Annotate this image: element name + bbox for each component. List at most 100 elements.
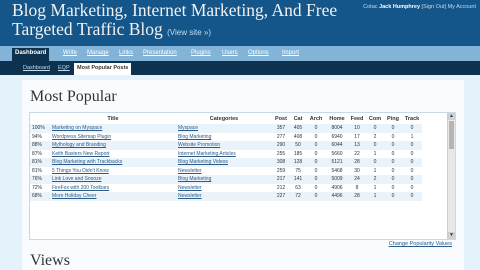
table-scrollbar[interactable]: ▲ ▼ [447,113,455,239]
arch-count: 0 [314,133,318,140]
com-count: 1 [366,192,384,201]
post-title-link[interactable]: Link Love and Snooze [50,175,176,184]
track-count: 0 [402,124,422,133]
view-site-link[interactable]: (View site ») [167,28,211,37]
subnav-dashboard[interactable]: Dashboard [20,63,53,73]
nav-links[interactable]: Links [116,48,136,59]
category-link[interactable]: Newsletter [176,167,272,176]
category-link[interactable]: Blog Marketing [176,175,272,184]
cat-count: 75 [295,167,301,174]
category-link[interactable]: Myspace [176,124,272,133]
popularity-percent: 72% [32,184,43,191]
nav-options[interactable]: Options [245,48,272,59]
com-count: 1 [373,150,377,157]
col-header-home[interactable]: Home [326,113,348,124]
popularity-percent: 94% [32,133,43,140]
feed-count [348,201,366,210]
category-link[interactable]: Blog Marketing [176,133,272,142]
table-row: 72% FireFox with 200 Toolbars Newsletter 21… [30,184,422,193]
col-header-ping[interactable]: Ping [384,113,402,124]
post-count: 290 [272,141,290,150]
cat-count: 50 [290,141,306,150]
track-count: 0 [410,167,414,174]
arch-count: 0 [306,192,326,201]
cat-count: 72 [290,192,306,201]
post-title-link[interactable]: Blog Marketing with Trackbacks [50,158,176,167]
track-count: 0 [402,141,422,150]
post-title-link[interactable]: Marketing on Myspace [50,124,176,133]
nav-plugins[interactable]: Plugins [188,48,214,59]
track-count: 1 [410,133,414,140]
col-header-track[interactable]: Track [402,113,422,124]
main-nav: Dashboard Write Manage Links Presentatio… [0,46,480,61]
table-row [30,201,422,210]
post-count: 357 [272,124,290,133]
subnav-most-popular-posts[interactable]: Most Popular Posts [74,63,132,75]
category-link[interactable]: Blog Marketing Videos [176,158,272,167]
arch-count: 0 [314,150,318,157]
home-count: 8004 [326,124,348,133]
scroll-up-arrow-icon[interactable]: ▲ [448,113,455,120]
post-count: 227 [272,192,290,201]
track-count: 0 [402,192,422,201]
post-title-link[interactable]: Keith Baxters New Report [50,150,176,159]
col-header-percent [30,113,50,124]
most-popular-heading: Most Popular [30,88,117,105]
com-count: 1 [373,167,377,174]
ping-count: 0 [384,141,402,150]
category-link[interactable] [176,201,272,210]
feed-count: 22 [354,150,360,157]
change-popularity-values-link[interactable]: Change Popularity Values [389,241,452,247]
post-count: 259 [276,167,286,174]
com-count: 2 [366,175,384,184]
col-header-cat[interactable]: Cat [290,113,306,124]
post-title-link[interactable] [50,201,176,210]
category-link[interactable]: Newsletter [176,192,272,201]
scroll-down-arrow-icon[interactable]: ▼ [448,232,455,239]
popular-posts-table-container: Title Categories Post Cat Arch Home Feed… [29,112,456,240]
nav-write[interactable]: Write [60,48,80,59]
nav-manage[interactable]: Manage [84,48,112,59]
post-title-link[interactable]: Wordpress Sitemap Plugin [50,133,176,142]
category-link[interactable]: Internet Marketing Articles [176,150,272,159]
col-header-title[interactable]: Title [50,113,176,124]
nav-dashboard[interactable]: Dashboard [12,48,50,61]
post-title-link[interactable]: 5 Things You Didn't Know [50,167,176,176]
col-header-post[interactable]: Post [272,113,290,124]
arch-count: 0 [306,158,326,167]
table-header-row: Title Categories Post Cat Arch Home Feed… [30,113,422,124]
ping-count: 0 [391,167,395,174]
table-row: 81% Blog Marketing with Trackbacks Blog Ma… [30,158,422,167]
col-header-feed[interactable]: Feed [348,113,366,124]
popularity-percent [30,201,50,210]
scrollbar-thumb[interactable] [449,121,454,149]
post-title-link[interactable]: More Holiday Cheer [50,192,176,201]
feed-count: 17 [354,133,360,140]
home-count: 5468 [331,167,343,174]
popularity-percent: 100% [30,124,50,133]
views-heading: Views [30,252,70,269]
subnav-eqp[interactable]: EQP [55,63,73,73]
table-row: 81% 5 Things You Didn't Know Newsletter 259… [30,167,422,176]
col-header-categories[interactable]: Categories [176,113,272,124]
nav-users[interactable]: Users [219,48,241,59]
col-header-arch[interactable]: Arch [306,113,326,124]
nav-import[interactable]: Import [279,48,302,59]
user-name[interactable]: Jack Humphrey [379,4,420,10]
post-title-link[interactable]: Mythology and Branding [50,141,176,150]
table-row: 68% More Holiday Cheer Newsletter 227 72 0 449… [30,192,422,201]
post-title-link[interactable]: FireFox with 200 Toolbars [50,184,176,193]
sub-nav: Dashboard EQP Most Popular Posts [0,61,480,75]
category-link[interactable]: Website Promotion [176,141,272,150]
table-row: 100% Marketing on Myspace Myspace 357 405 0 80… [30,124,422,133]
sign-out-link[interactable]: Sign Out [423,4,444,10]
arch-count: 0 [306,124,326,133]
ping-count: 0 [384,124,402,133]
feed-count: 8 [355,184,359,191]
table-row: 94% Wordpress Sitemap Plugin Blog Marketin… [30,133,422,142]
category-link[interactable]: Newsletter [176,184,272,193]
my-account-link[interactable]: My Account [448,4,476,10]
cat-count: 128 [290,158,306,167]
nav-presentation[interactable]: Presentation [140,48,180,59]
col-header-com[interactable]: Com [366,113,384,124]
